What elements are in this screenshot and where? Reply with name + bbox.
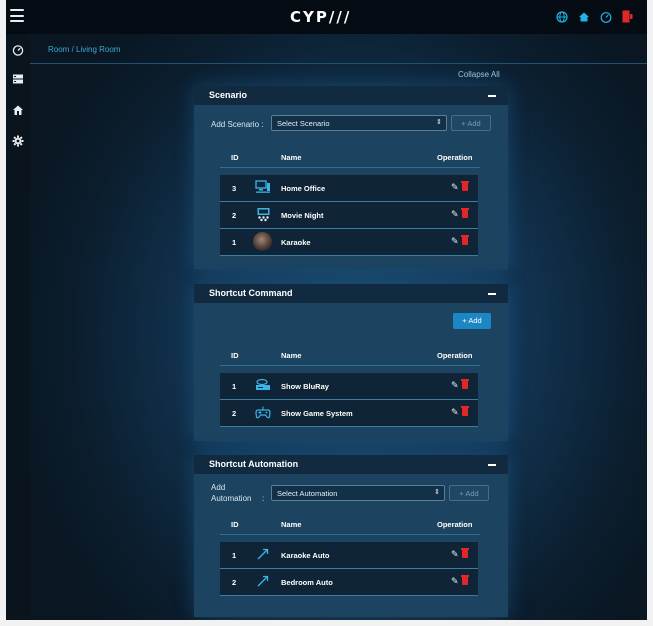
main-content: Room / Living Room Collapse All Scenario…	[30, 34, 647, 620]
add-scenario-label: Add Scenario :	[211, 120, 264, 129]
automation-arrow-icon	[255, 574, 271, 590]
panel-title: Scenario	[209, 90, 248, 100]
collapse-all-link[interactable]: Collapse All	[458, 70, 500, 79]
edit-icon[interactable]: ✎	[451, 407, 459, 418]
gamepad-icon	[255, 405, 271, 421]
row-id: 1	[232, 382, 237, 391]
delete-icon[interactable]	[461, 575, 469, 585]
column-operation: Operation	[437, 520, 473, 529]
column-operation: Operation	[437, 153, 473, 162]
delete-icon[interactable]	[461, 181, 469, 191]
row-name: Show BluRay	[281, 382, 329, 391]
sidebar	[6, 34, 30, 620]
edit-icon[interactable]: ✎	[451, 549, 459, 560]
add-automation-colon: :	[262, 494, 265, 503]
add-automation-button[interactable]: + Add	[449, 485, 489, 501]
add-scenario-button[interactable]: + Add	[451, 115, 491, 131]
collapse-icon[interactable]	[488, 293, 496, 295]
scenario-panel-header[interactable]: Scenario	[194, 86, 508, 105]
select-arrows-icon: ⇕	[436, 119, 442, 126]
automation-arrow-icon	[255, 547, 271, 563]
delete-icon[interactable]	[461, 208, 469, 218]
row-name: Karaoke	[281, 238, 311, 247]
add-shortcut-command-button[interactable]: + Add	[453, 313, 491, 329]
row-name: Show Game System	[281, 409, 353, 418]
table-row[interactable]: 3 Home Office ✎	[220, 175, 478, 202]
edit-icon[interactable]: ✎	[451, 182, 459, 193]
exit-icon[interactable]	[620, 9, 635, 24]
shortcut-automation-panel-header[interactable]: Shortcut Automation	[194, 455, 508, 474]
column-operation: Operation	[437, 351, 473, 360]
globe-icon[interactable]	[554, 9, 569, 24]
table-row[interactable]: 1 Karaoke ✎	[220, 229, 478, 256]
select-value: Select Automation	[277, 489, 338, 498]
row-id: 2	[232, 578, 237, 587]
window-frame: CYP/// Room / Living Room Collapse All S…	[0, 0, 653, 626]
select-value: Select Scenario	[277, 119, 330, 128]
column-id: ID	[231, 520, 239, 529]
column-name: Name	[281, 520, 302, 529]
collapse-icon[interactable]	[488, 95, 496, 97]
edit-icon[interactable]: ✎	[451, 209, 459, 220]
breadcrumb-divider	[30, 63, 647, 64]
delete-icon[interactable]	[461, 406, 469, 416]
dashboard-icon[interactable]	[11, 44, 25, 58]
home-icon[interactable]	[576, 9, 591, 24]
table-header: ID Name Operation	[220, 150, 480, 168]
table-header: ID Name Operation	[220, 517, 480, 535]
home-office-icon	[255, 180, 271, 196]
table-row[interactable]: 1 Show BluRay ✎	[220, 373, 478, 400]
edit-icon[interactable]: ✎	[451, 236, 459, 247]
row-id: 3	[232, 184, 237, 193]
devices-icon[interactable]	[11, 73, 25, 87]
row-id: 1	[232, 551, 237, 560]
table-row[interactable]: 2 Movie Night ✎	[220, 202, 478, 229]
panel-title: Shortcut Automation	[209, 459, 299, 469]
breadcrumb[interactable]: Room / Living Room	[48, 45, 120, 54]
brand-logo: CYP///	[290, 8, 352, 26]
table-header: ID Name Operation	[220, 348, 480, 366]
shortcut-command-panel: Shortcut Command + Add ID Name Operation…	[194, 284, 508, 441]
add-automation-label: Automation	[211, 494, 252, 503]
shortcut-command-panel-header[interactable]: Shortcut Command	[194, 284, 508, 303]
edit-icon[interactable]: ✎	[451, 576, 459, 587]
karaoke-photo	[253, 232, 272, 251]
scenario-select[interactable]: Select Scenario ⇕	[271, 115, 447, 131]
collapse-icon[interactable]	[488, 464, 496, 466]
row-id: 2	[232, 409, 237, 418]
row-name: Karaoke Auto	[281, 551, 330, 560]
select-arrows-icon: ⇕	[434, 489, 440, 496]
column-name: Name	[281, 351, 302, 360]
delete-icon[interactable]	[461, 379, 469, 389]
top-bar: CYP///	[6, 0, 647, 34]
edit-icon[interactable]: ✎	[451, 380, 459, 391]
column-name: Name	[281, 153, 302, 162]
row-id: 1	[232, 238, 237, 247]
row-name: Bedroom Auto	[281, 578, 333, 587]
panel-title: Shortcut Command	[209, 288, 293, 298]
bluray-player-icon	[255, 378, 271, 394]
automation-select[interactable]: Select Automation ⇕	[271, 485, 445, 501]
settings-icon[interactable]	[11, 135, 25, 149]
add-automation-label: Add	[211, 483, 226, 492]
movie-night-icon	[255, 207, 271, 223]
column-id: ID	[231, 153, 239, 162]
scenario-panel: Scenario Add Scenario : Select Scenario …	[194, 86, 508, 269]
table-row[interactable]: 1 Karaoke Auto ✎	[220, 542, 478, 569]
dashboard-icon[interactable]	[598, 9, 613, 24]
top-icons	[554, 9, 635, 24]
menu-icon[interactable]	[10, 9, 24, 22]
row-id: 2	[232, 211, 237, 220]
delete-icon[interactable]	[461, 235, 469, 245]
row-name: Home Office	[281, 184, 326, 193]
delete-icon[interactable]	[461, 548, 469, 558]
shortcut-automation-panel: Shortcut Automation Add Automation : Sel…	[194, 455, 508, 617]
row-name: Movie Night	[281, 211, 324, 220]
room-icon[interactable]	[11, 104, 25, 118]
app-window: CYP/// Room / Living Room Collapse All S…	[6, 0, 647, 620]
table-row[interactable]: 2 Show Game System ✎	[220, 400, 478, 427]
column-id: ID	[231, 351, 239, 360]
table-row[interactable]: 2 Bedroom Auto ✎	[220, 569, 478, 596]
